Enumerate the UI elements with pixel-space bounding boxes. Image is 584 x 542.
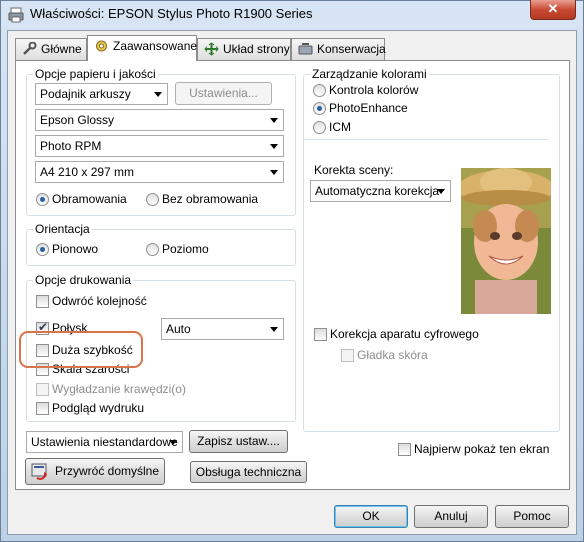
color-management-label: Zarządzanie kolorami — [310, 67, 429, 81]
preview-photo — [461, 168, 551, 314]
dropdown-value: Automatyczna korekcja — [315, 184, 440, 198]
tab-label: Konserwacja — [317, 42, 386, 56]
tab-konserwacja[interactable]: Konserwacja — [291, 38, 386, 60]
tab-label: Układ strony — [223, 42, 290, 56]
dropdown-value: Podajnik arkuszy — [40, 87, 131, 101]
color-controls-radio[interactable] — [313, 84, 326, 97]
dropdown-value: Auto — [166, 322, 191, 336]
chevron-down-icon — [270, 144, 278, 149]
color-controls-label: Kontrola kolorów — [329, 83, 419, 97]
icm-radio[interactable] — [313, 121, 326, 134]
printer-icon — [8, 7, 24, 23]
chevron-down-icon — [437, 189, 445, 194]
help-button[interactable]: Pomoc — [495, 505, 569, 528]
wrench-icon — [22, 41, 37, 56]
landscape-radio[interactable] — [146, 243, 159, 256]
photo-enhance-label: PhotoEnhance — [329, 101, 408, 115]
borderless-radio[interactable] — [146, 193, 159, 206]
tab-zaawansowane[interactable]: Zaawansowane — [87, 35, 197, 61]
border-radio[interactable] — [36, 193, 49, 206]
close-icon: ✕ — [547, 1, 559, 16]
borderless-label: Bez obramowania — [162, 192, 259, 206]
dropdown-value: A4 210 x 297 mm — [40, 165, 135, 179]
paper-size-dropdown[interactable]: A4 210 x 297 mm — [35, 161, 284, 183]
portrait-radio[interactable] — [36, 243, 49, 256]
preview-checkbox[interactable] — [36, 402, 49, 415]
save-settings-button[interactable]: Zapisz ustaw.... — [189, 430, 288, 453]
print-options-label: Opcje drukowania — [33, 273, 134, 287]
portrait-label: Pionowo — [52, 242, 99, 256]
scene-correction-label: Korekta sceny: — [314, 163, 394, 177]
tab-glowne[interactable]: Główne — [15, 38, 87, 60]
paper-source-dropdown[interactable]: Podajnik arkuszy — [35, 83, 168, 105]
reverse-order-label: Odwróć kolejność — [52, 294, 147, 308]
media-type-dropdown[interactable]: Epson Glossy — [35, 109, 284, 131]
chevron-down-icon — [169, 440, 177, 445]
ok-button[interactable]: OK — [334, 505, 408, 528]
chevron-down-icon — [270, 118, 278, 123]
dropdown-value: Epson Glossy — [40, 113, 115, 127]
smoothing-checkbox[interactable] — [36, 383, 49, 396]
paper-settings-button[interactable]: Ustawienia... — [175, 82, 272, 105]
smooth-skin-label: Gładka skóra — [357, 348, 428, 362]
reverse-order-checkbox[interactable] — [36, 295, 49, 308]
restore-label: Przywróć domyślne — [54, 464, 160, 478]
dropdown-value: Photo RPM — [40, 139, 102, 153]
landscape-label: Poziomo — [162, 242, 209, 256]
chevron-down-icon — [154, 92, 162, 97]
technical-support-button[interactable]: Obsługa techniczna — [190, 461, 307, 483]
maintenance-icon — [298, 42, 313, 56]
layout-icon — [204, 42, 219, 56]
border-label: Obramowania — [52, 192, 127, 206]
show-first-checkbox[interactable] — [398, 443, 411, 456]
window-title: Właściwości: EPSON Stylus Photo R1900 Se… — [30, 6, 313, 21]
title-bar[interactable]: Właściwości: EPSON Stylus Photo R1900 Se… — [0, 0, 584, 30]
digital-camera-checkbox[interactable] — [314, 328, 327, 341]
paper-quality-label: Opcje papieru i jakości — [33, 67, 158, 81]
photo-enhance-radio[interactable] — [313, 102, 326, 115]
icm-label: ICM — [329, 120, 351, 134]
custom-settings-dropdown[interactable]: Ustawienia niestandardowe — [26, 431, 183, 453]
scene-correction-dropdown[interactable]: Automatyczna korekcja — [310, 180, 451, 202]
chevron-down-icon — [270, 170, 278, 175]
cancel-button[interactable]: Anuluj — [414, 505, 488, 528]
divider — [303, 139, 548, 140]
orientation-label: Orientacja — [33, 222, 92, 236]
digital-camera-label: Korekcja aparatu cyfrowego — [330, 327, 479, 341]
restore-icon — [31, 463, 49, 490]
chevron-down-icon — [270, 327, 278, 332]
tab-label: Główne — [41, 42, 82, 56]
dropdown-value: Ustawienia niestandardowe — [31, 435, 178, 449]
tab-uklad-strony[interactable]: Układ strony — [197, 38, 291, 60]
close-button[interactable]: ✕ — [530, 0, 576, 20]
tab-label: Zaawansowane — [113, 39, 198, 53]
preview-label: Podgląd wydruku — [52, 401, 145, 415]
show-first-label: Najpierw pokaż ten ekran — [414, 442, 550, 456]
smoothing-label: Wygładzanie krawędzi(o) — [52, 382, 186, 396]
highlight-annotation — [19, 331, 143, 368]
print-quality-dropdown[interactable]: Photo RPM — [35, 135, 284, 157]
smooth-skin-checkbox[interactable] — [341, 349, 354, 362]
gear-icon — [94, 39, 109, 53]
gloss-dropdown[interactable]: Auto — [161, 318, 284, 340]
restore-defaults-button[interactable]: Przywróć domyślne — [25, 458, 165, 485]
